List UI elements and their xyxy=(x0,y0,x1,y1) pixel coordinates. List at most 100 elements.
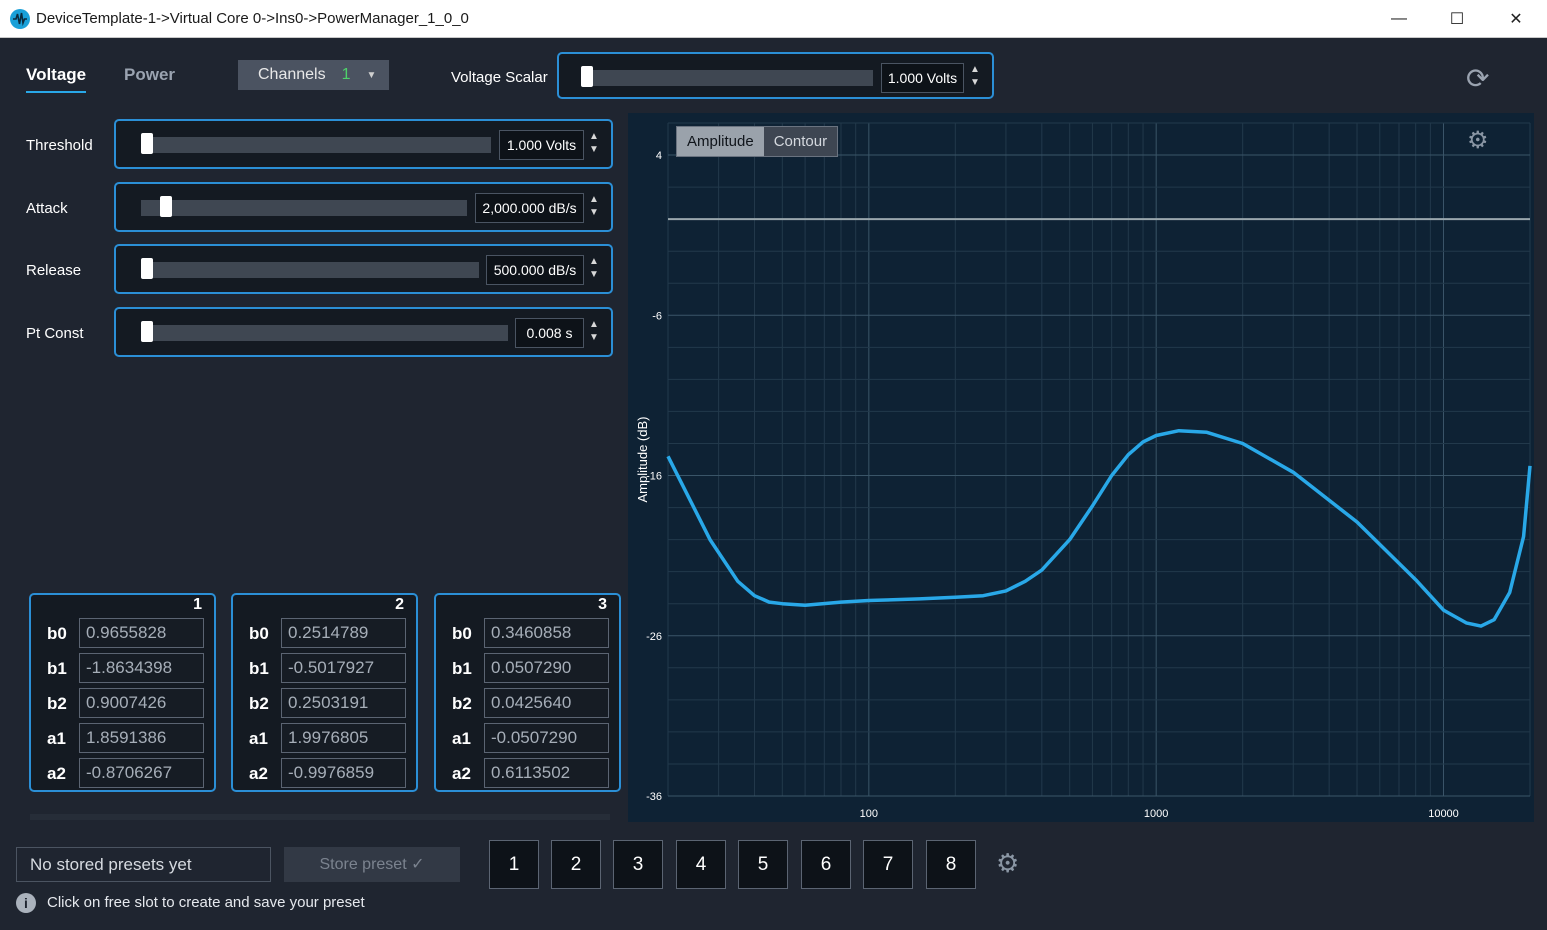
amplitude-button[interactable]: Amplitude xyxy=(677,127,764,156)
x-tick-label: 10000 xyxy=(1428,808,1459,820)
channels-dropdown[interactable]: Channels 1 ▼ xyxy=(238,60,389,90)
amplitude-plot[interactable]: 4-6-16-26-36100100010000Frequency (Hz)Am… xyxy=(628,113,1534,838)
attack-thumb[interactable] xyxy=(159,196,172,217)
pt-const-control: 0.008 s ▲ ▼ xyxy=(114,307,613,357)
threshold-input[interactable]: 1.000 Volts xyxy=(499,130,584,160)
refresh-icon[interactable]: ⟳ xyxy=(1466,62,1489,95)
tab-voltage[interactable]: Voltage xyxy=(26,65,87,93)
release-thumb[interactable] xyxy=(141,258,153,279)
spin-down-icon[interactable]: ▼ xyxy=(966,76,984,89)
attack-track[interactable] xyxy=(141,200,467,216)
coef-value-b1[interactable]: -0.5017927 xyxy=(281,653,406,683)
coef-value-a1[interactable]: -0.0507290 xyxy=(484,723,609,753)
coef-row-b1: b1 0.0507290 xyxy=(436,653,619,683)
store-preset-label: Store preset xyxy=(319,856,407,873)
coef-label: b2 xyxy=(452,694,472,713)
coef-value-b2[interactable]: 0.9007426 xyxy=(79,688,204,718)
info-icon: i xyxy=(16,893,36,913)
spin-up-icon[interactable]: ▲ xyxy=(966,63,984,76)
voltage-scalar-track[interactable] xyxy=(581,70,873,86)
close-button[interactable]: ✕ xyxy=(1487,0,1545,38)
preset-settings-icon[interactable]: ⚙ xyxy=(996,848,1019,879)
coef-value-a1[interactable]: 1.9976805 xyxy=(281,723,406,753)
coef-value-b0[interactable]: 0.2514789 xyxy=(281,618,406,648)
coef-label: b2 xyxy=(249,694,269,713)
coef-value-a2[interactable]: -0.8706267 xyxy=(79,758,204,788)
coef-row-b0: b0 0.3460858 xyxy=(436,618,619,648)
response-curve xyxy=(666,428,1532,628)
voltage-scalar-input[interactable]: 1.000 Volts xyxy=(881,63,964,93)
threshold-track[interactable] xyxy=(141,137,491,153)
contour-button[interactable]: Contour xyxy=(763,127,838,156)
coef-label: b2 xyxy=(47,694,67,713)
coef-value-b2[interactable]: 0.2503191 xyxy=(281,688,406,718)
tab-power[interactable]: Power xyxy=(124,65,175,85)
threshold-thumb[interactable] xyxy=(141,133,153,154)
preset-slot-4[interactable]: 4 xyxy=(676,840,726,889)
coef-value-a1[interactable]: 1.8591386 xyxy=(79,723,204,753)
coef-row-b2: b2 0.0425640 xyxy=(436,688,619,718)
coef-label: a2 xyxy=(47,764,66,783)
y-axis-label: Amplitude (dB) xyxy=(635,417,650,503)
release-spinner[interactable]: ▲ ▼ xyxy=(585,255,603,285)
coef-value-b1[interactable]: 0.0507290 xyxy=(484,653,609,683)
preset-slot-3[interactable]: 3 xyxy=(613,840,663,889)
release-input[interactable]: 500.000 dB/s xyxy=(486,255,584,285)
attack-label: Attack xyxy=(26,200,68,217)
horizontal-scrollbar[interactable] xyxy=(30,814,610,820)
voltage-scalar-control: 1.000 Volts ▲ ▼ xyxy=(557,52,994,99)
coef-row-a2: a2 -0.8706267 xyxy=(31,758,214,788)
voltage-scalar-thumb[interactable] xyxy=(581,66,593,87)
coef-row-b1: b1 -1.8634398 xyxy=(31,653,214,683)
coef-value-b0[interactable]: 0.9655828 xyxy=(79,618,204,648)
attack-control: 2,000.000 dB/s ▲ ▼ xyxy=(114,182,613,232)
store-preset-button[interactable]: Store preset ✓ xyxy=(284,847,460,882)
preset-hint: Click on free slot to create and save yo… xyxy=(47,894,365,911)
biquad-coefficients-2: 2 b0 0.2514789 b1 -0.5017927 b2 0.2503191 a… xyxy=(231,593,418,792)
preset-slot-8[interactable]: 8 xyxy=(926,840,976,889)
coef-value-b1[interactable]: -1.8634398 xyxy=(79,653,204,683)
spin-up-icon[interactable]: ▲ xyxy=(585,318,603,331)
spin-down-icon[interactable]: ▼ xyxy=(585,268,603,281)
attack-input[interactable]: 2,000.000 dB/s xyxy=(475,193,584,223)
preset-slot-1[interactable]: 1 xyxy=(489,840,539,889)
coef-row-a1: a1 -0.0507290 xyxy=(436,723,619,753)
threshold-spinner[interactable]: ▲ ▼ xyxy=(585,130,603,160)
preset-slot-5[interactable]: 5 xyxy=(738,840,788,889)
maximize-button[interactable]: ☐ xyxy=(1428,0,1486,38)
coef-label: a1 xyxy=(452,729,471,748)
checkmark-icon: ✓ xyxy=(411,856,425,873)
main-panel: Voltage Power Channels 1 ▼ Voltage Scala… xyxy=(0,38,1547,930)
pt-const-label: Pt Const xyxy=(26,325,84,342)
coef-value-a2[interactable]: -0.9976859 xyxy=(281,758,406,788)
attack-spinner[interactable]: ▲ ▼ xyxy=(585,193,603,223)
spin-up-icon[interactable]: ▲ xyxy=(585,255,603,268)
pt-const-input[interactable]: 0.008 s xyxy=(515,318,584,348)
biquad-index: 1 xyxy=(193,596,202,613)
coef-row-b0: b0 0.9655828 xyxy=(31,618,214,648)
minimize-button[interactable]: — xyxy=(1370,0,1428,38)
preset-slot-6[interactable]: 6 xyxy=(801,840,851,889)
coef-row-a2: a2 0.6113502 xyxy=(436,758,619,788)
spin-down-icon[interactable]: ▼ xyxy=(585,143,603,156)
spin-up-icon[interactable]: ▲ xyxy=(585,193,603,206)
coef-value-b2[interactable]: 0.0425640 xyxy=(484,688,609,718)
chart-settings-icon[interactable]: ⚙ xyxy=(1467,126,1489,155)
window-title: DeviceTemplate-1->Virtual Core 0->Ins0->… xyxy=(36,10,469,27)
voltage-scalar-spinner[interactable]: ▲ ▼ xyxy=(966,63,984,93)
x-tick-label: 1000 xyxy=(1144,808,1168,820)
spin-down-icon[interactable]: ▼ xyxy=(585,331,603,344)
coef-value-a2[interactable]: 0.6113502 xyxy=(484,758,609,788)
x-tick-label: 100 xyxy=(860,808,878,820)
y-tick-label: 4 xyxy=(656,150,662,162)
coef-row-b0: b0 0.2514789 xyxy=(233,618,416,648)
pt-const-track[interactable] xyxy=(141,325,508,341)
spin-up-icon[interactable]: ▲ xyxy=(585,130,603,143)
pt-const-thumb[interactable] xyxy=(141,321,153,342)
preset-slot-7[interactable]: 7 xyxy=(863,840,913,889)
spin-down-icon[interactable]: ▼ xyxy=(585,206,603,219)
coef-value-b0[interactable]: 0.3460858 xyxy=(484,618,609,648)
pt-const-spinner[interactable]: ▲ ▼ xyxy=(585,318,603,348)
release-track[interactable] xyxy=(141,262,479,278)
preset-slot-2[interactable]: 2 xyxy=(551,840,601,889)
